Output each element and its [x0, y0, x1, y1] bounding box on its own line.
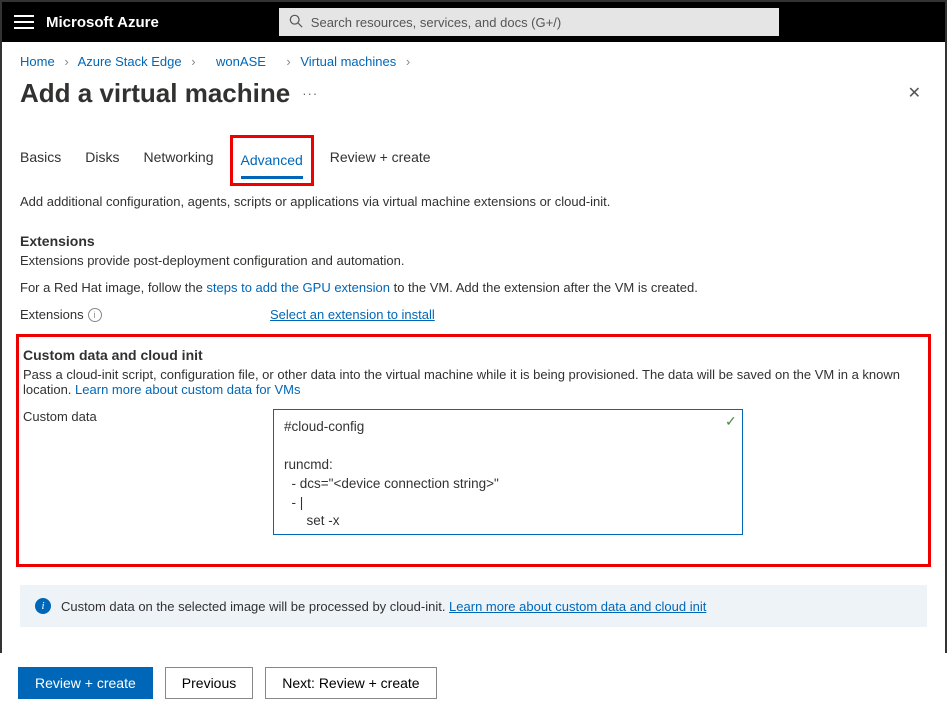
- tab-advanced[interactable]: Advanced: [241, 142, 303, 179]
- extensions-desc: Extensions provide post-deployment confi…: [20, 253, 927, 268]
- previous-button[interactable]: Previous: [165, 667, 253, 699]
- custom-data-label: Custom data: [23, 409, 97, 424]
- extensions-heading: Extensions: [20, 233, 927, 249]
- info-banner: i Custom data on the selected image will…: [20, 585, 927, 627]
- gpu-extension-link[interactable]: steps to add the GPU extension: [206, 280, 390, 295]
- chevron-right-icon: ›: [406, 54, 410, 69]
- breadcrumb-vms[interactable]: Virtual machines: [300, 54, 396, 69]
- check-icon: ✓: [725, 413, 737, 430]
- info-icon[interactable]: i: [88, 308, 102, 322]
- breadcrumb-home[interactable]: Home: [20, 54, 55, 69]
- banner-text: Custom data on the selected image will b…: [61, 599, 449, 614]
- chevron-right-icon: ›: [64, 54, 68, 69]
- chevron-right-icon: ›: [286, 54, 290, 69]
- tab-networking[interactable]: Networking: [143, 139, 213, 182]
- banner-link[interactable]: Learn more about custom data and cloud i…: [449, 599, 706, 614]
- more-icon[interactable]: ···: [302, 86, 318, 101]
- extensions-label: Extensions: [20, 307, 84, 322]
- close-icon[interactable]: ✕: [902, 77, 927, 109]
- info-icon: i: [35, 598, 51, 614]
- custom-data-learn-link[interactable]: Learn more about custom data for VMs: [75, 382, 300, 397]
- extensions-redhat-note: For a Red Hat image, follow the steps to…: [20, 280, 927, 295]
- search-icon: [289, 14, 303, 31]
- chevron-right-icon: ›: [191, 54, 195, 69]
- review-create-button[interactable]: Review + create: [18, 667, 153, 699]
- menu-icon[interactable]: [14, 15, 34, 29]
- brand-label: Microsoft Azure: [46, 14, 159, 31]
- breadcrumb: Home › Azure Stack Edge › wonASE › Virtu…: [2, 42, 945, 75]
- tab-review[interactable]: Review + create: [330, 139, 431, 182]
- cloud-init-desc: Pass a cloud-init script, configuration …: [23, 367, 924, 397]
- custom-data-textarea[interactable]: [273, 409, 743, 535]
- select-extension-link[interactable]: Select an extension to install: [270, 307, 435, 322]
- search-placeholder: Search resources, services, and docs (G+…: [311, 15, 561, 30]
- search-input[interactable]: Search resources, services, and docs (G+…: [279, 8, 779, 36]
- next-button[interactable]: Next: Review + create: [265, 667, 436, 699]
- breadcrumb-resource[interactable]: wonASE: [216, 54, 266, 69]
- tab-disks[interactable]: Disks: [85, 139, 119, 182]
- breadcrumb-stack-edge[interactable]: Azure Stack Edge: [78, 54, 182, 69]
- tabs: Basics Disks Networking Advanced Review …: [2, 121, 945, 182]
- page-title: Add a virtual machine: [20, 78, 290, 109]
- intro-text: Add additional configuration, agents, sc…: [20, 194, 927, 209]
- tab-basics[interactable]: Basics: [20, 139, 61, 182]
- cloud-init-heading: Custom data and cloud init: [23, 347, 924, 363]
